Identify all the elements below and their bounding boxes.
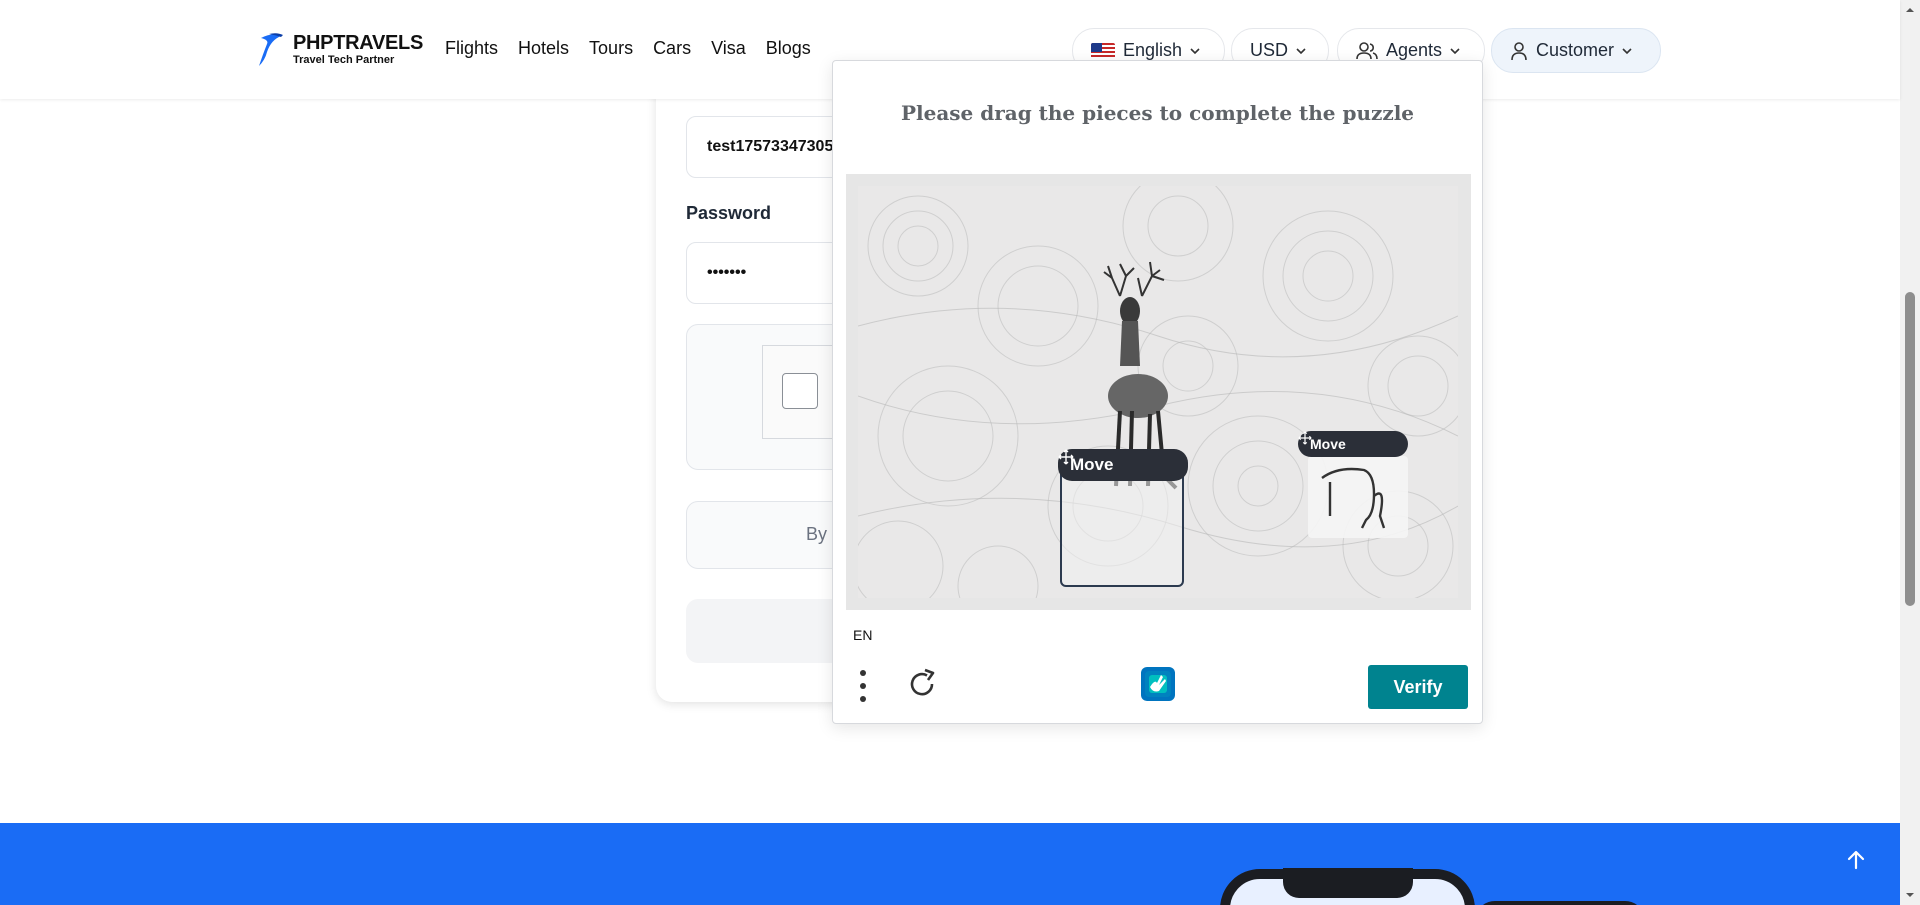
puzzle-piece-image [1321, 467, 1386, 529]
nav-hotels[interactable]: Hotels [518, 38, 569, 59]
brand-logo-icon [259, 33, 283, 66]
move-handle-primary[interactable]: Move [1058, 449, 1188, 481]
captcha-challenge-popup: Please drag the pieces to complete the p… [832, 60, 1483, 724]
move-arrows-icon [1298, 431, 1312, 445]
us-flag-icon [1091, 42, 1115, 59]
puzzle-piece[interactable] [1308, 456, 1408, 538]
refresh-icon[interactable] [905, 667, 939, 701]
currency-label: USD [1250, 40, 1289, 60]
nav-blogs[interactable]: Blogs [766, 38, 811, 59]
main-nav: Flights Hotels Tours Cars Visa Blogs [445, 38, 811, 59]
phone-notch [1283, 868, 1413, 898]
brand-logo[interactable]: PHPTRAVELS Travel Tech Partner [255, 30, 423, 68]
terms-text: By [806, 524, 828, 544]
phone-illustration-secondary [1475, 901, 1645, 905]
footer-banner [0, 823, 1900, 905]
chevron-down-icon [1190, 47, 1200, 54]
nav-cars[interactable]: Cars [653, 38, 691, 59]
page: PHPTRAVELS Travel Tech Partner Flights H… [0, 0, 1920, 905]
password-label: Password [686, 203, 772, 223]
nav-tours[interactable]: Tours [589, 38, 633, 59]
vertical-dots-icon[interactable] [859, 669, 867, 703]
chevron-down-icon [1296, 47, 1306, 54]
puzzle-canvas: Move Move [858, 186, 1458, 598]
move-label: Move [1070, 455, 1114, 474]
nav-visa[interactable]: Visa [711, 38, 746, 59]
agents-label: Agents [1386, 40, 1443, 60]
brand-title: PHPTRAVELS [293, 31, 423, 54]
customer-label: Customer [1536, 40, 1615, 60]
hcaptcha-logo-icon [1141, 667, 1175, 701]
chevron-down-icon [1450, 47, 1460, 54]
chevron-down-icon [1622, 47, 1632, 54]
verify-button[interactable]: Verify [1368, 665, 1468, 709]
customer-dropdown[interactable]: Customer [1491, 28, 1661, 73]
arrow-up-icon[interactable] [1844, 848, 1868, 872]
move-handle-secondary[interactable]: Move [1298, 431, 1408, 457]
user-icon [1511, 41, 1527, 60]
nav-flights[interactable]: Flights [445, 38, 498, 59]
scroll-down-icon[interactable] [1904, 889, 1916, 901]
move-label-small: Move [1310, 436, 1346, 452]
move-arrows-icon [1058, 449, 1074, 465]
captcha-language[interactable]: EN [853, 627, 872, 643]
captcha-checkbox[interactable] [782, 373, 818, 409]
scrollbar-thumb[interactable] [1905, 292, 1915, 606]
language-label: English [1123, 40, 1183, 60]
email-value: test17573347305 [707, 138, 834, 155]
scroll-up-icon[interactable] [1904, 4, 1916, 16]
brand-subtitle: Travel Tech Partner [293, 53, 395, 66]
puzzle-drop-slot [1060, 465, 1184, 587]
captcha-prompt: Please drag the pieces to complete the p… [900, 101, 1415, 125]
users-icon [1356, 41, 1378, 59]
password-value: ••••••• [707, 264, 747, 281]
